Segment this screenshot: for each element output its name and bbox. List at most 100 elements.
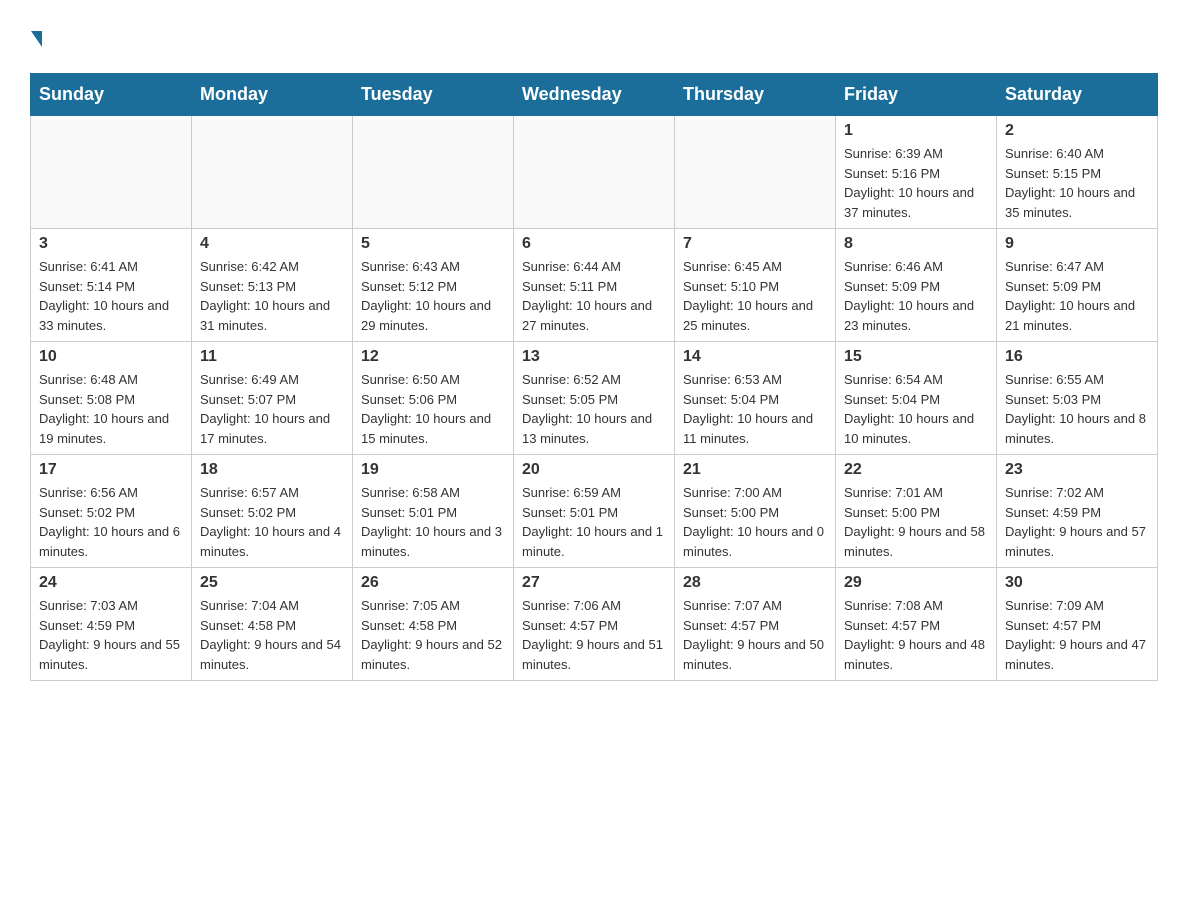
day-info: Sunrise: 6:39 AM Sunset: 5:16 PM Dayligh…	[844, 144, 988, 222]
day-number: 28	[683, 574, 827, 592]
day-number: 17	[39, 461, 183, 479]
day-number: 26	[361, 574, 505, 592]
day-info: Sunrise: 6:57 AM Sunset: 5:02 PM Dayligh…	[200, 483, 344, 561]
day-number: 1	[844, 122, 988, 140]
week-row-2: 3 Sunrise: 6:41 AM Sunset: 5:14 PM Daylig…	[31, 229, 1158, 342]
day-number: 2	[1005, 122, 1149, 140]
day-info: Sunrise: 7:01 AM Sunset: 5:00 PM Dayligh…	[844, 483, 988, 561]
day-cell: 23 Sunrise: 7:02 AM Sunset: 4:59 PM Dayli…	[997, 455, 1158, 568]
day-cell: 22 Sunrise: 7:01 AM Sunset: 5:00 PM Dayli…	[836, 455, 997, 568]
day-number: 12	[361, 348, 505, 366]
day-cell: 5 Sunrise: 6:43 AM Sunset: 5:12 PM Daylig…	[353, 229, 514, 342]
col-header-sunday: Sunday	[31, 74, 192, 116]
day-number: 8	[844, 235, 988, 253]
day-cell: 19 Sunrise: 6:58 AM Sunset: 5:01 PM Dayli…	[353, 455, 514, 568]
col-header-thursday: Thursday	[675, 74, 836, 116]
day-cell: 11 Sunrise: 6:49 AM Sunset: 5:07 PM Dayli…	[192, 342, 353, 455]
day-number: 13	[522, 348, 666, 366]
day-cell: 16 Sunrise: 6:55 AM Sunset: 5:03 PM Dayli…	[997, 342, 1158, 455]
day-info: Sunrise: 6:50 AM Sunset: 5:06 PM Dayligh…	[361, 370, 505, 448]
day-cell: 28 Sunrise: 7:07 AM Sunset: 4:57 PM Dayli…	[675, 568, 836, 681]
day-cell: 27 Sunrise: 7:06 AM Sunset: 4:57 PM Dayli…	[514, 568, 675, 681]
week-row-3: 10 Sunrise: 6:48 AM Sunset: 5:08 PM Dayli…	[31, 342, 1158, 455]
day-number: 23	[1005, 461, 1149, 479]
day-cell: 2 Sunrise: 6:40 AM Sunset: 5:15 PM Daylig…	[997, 116, 1158, 229]
day-info: Sunrise: 6:49 AM Sunset: 5:07 PM Dayligh…	[200, 370, 344, 448]
day-cell	[192, 116, 353, 229]
day-number: 19	[361, 461, 505, 479]
calendar-header-row: SundayMondayTuesdayWednesdayThursdayFrid…	[31, 74, 1158, 116]
day-number: 14	[683, 348, 827, 366]
day-number: 24	[39, 574, 183, 592]
logo	[30, 20, 42, 53]
day-cell: 18Sunrise: 6:57 AM Sunset: 5:02 PM Dayli…	[192, 455, 353, 568]
day-cell: 6Sunrise: 6:44 AM Sunset: 5:11 PM Daylig…	[514, 229, 675, 342]
logo-arrow-icon	[31, 31, 42, 47]
day-number: 6	[522, 235, 666, 253]
day-cell: 1 Sunrise: 6:39 AM Sunset: 5:16 PM Daylig…	[836, 116, 997, 229]
day-info: Sunrise: 7:00 AM Sunset: 5:00 PM Dayligh…	[683, 483, 827, 561]
day-cell: 26 Sunrise: 7:05 AM Sunset: 4:58 PM Dayli…	[353, 568, 514, 681]
day-cell: 13 Sunrise: 6:52 AM Sunset: 5:05 PM Dayli…	[514, 342, 675, 455]
day-info: Sunrise: 6:56 AM Sunset: 5:02 PM Dayligh…	[39, 483, 183, 561]
col-header-tuesday: Tuesday	[353, 74, 514, 116]
day-info: Sunrise: 6:40 AM Sunset: 5:15 PM Dayligh…	[1005, 144, 1149, 222]
day-number: 4	[200, 235, 344, 253]
week-row-4: 17 Sunrise: 6:56 AM Sunset: 5:02 PM Dayli…	[31, 455, 1158, 568]
day-number: 16	[1005, 348, 1149, 366]
day-info: Sunrise: 7:02 AM Sunset: 4:59 PM Dayligh…	[1005, 483, 1149, 561]
day-cell: 8Sunrise: 6:46 AM Sunset: 5:09 PM Daylig…	[836, 229, 997, 342]
day-number: 11	[200, 348, 344, 366]
day-cell: 21 Sunrise: 7:00 AM Sunset: 5:00 PM Dayli…	[675, 455, 836, 568]
week-row-5: 24 Sunrise: 7:03 AM Sunset: 4:59 PM Dayli…	[31, 568, 1158, 681]
day-info: Sunrise: 6:54 AM Sunset: 5:04 PM Dayligh…	[844, 370, 988, 448]
day-number: 27	[522, 574, 666, 592]
day-cell	[675, 116, 836, 229]
day-info: Sunrise: 7:05 AM Sunset: 4:58 PM Dayligh…	[361, 596, 505, 674]
day-cell	[514, 116, 675, 229]
day-info: Sunrise: 6:43 AM Sunset: 5:12 PM Dayligh…	[361, 257, 505, 335]
col-header-wednesday: Wednesday	[514, 74, 675, 116]
day-cell: 29 Sunrise: 7:08 AM Sunset: 4:57 PM Dayli…	[836, 568, 997, 681]
col-header-monday: Monday	[192, 74, 353, 116]
day-number: 30	[1005, 574, 1149, 592]
day-cell: 25 Sunrise: 7:04 AM Sunset: 4:58 PM Dayli…	[192, 568, 353, 681]
day-cell: 3 Sunrise: 6:41 AM Sunset: 5:14 PM Daylig…	[31, 229, 192, 342]
day-cell: 20Sunrise: 6:59 AM Sunset: 5:01 PM Dayli…	[514, 455, 675, 568]
day-cell	[353, 116, 514, 229]
day-info: Sunrise: 7:07 AM Sunset: 4:57 PM Dayligh…	[683, 596, 827, 674]
day-cell: 17 Sunrise: 6:56 AM Sunset: 5:02 PM Dayli…	[31, 455, 192, 568]
day-cell: 10 Sunrise: 6:48 AM Sunset: 5:08 PM Dayli…	[31, 342, 192, 455]
day-cell: 4 Sunrise: 6:42 AM Sunset: 5:13 PM Daylig…	[192, 229, 353, 342]
day-number: 29	[844, 574, 988, 592]
day-info: Sunrise: 6:58 AM Sunset: 5:01 PM Dayligh…	[361, 483, 505, 561]
day-info: Sunrise: 6:52 AM Sunset: 5:05 PM Dayligh…	[522, 370, 666, 448]
day-info: Sunrise: 6:48 AM Sunset: 5:08 PM Dayligh…	[39, 370, 183, 448]
day-number: 10	[39, 348, 183, 366]
day-info: Sunrise: 6:55 AM Sunset: 5:03 PM Dayligh…	[1005, 370, 1149, 448]
day-number: 3	[39, 235, 183, 253]
col-header-saturday: Saturday	[997, 74, 1158, 116]
day-info: Sunrise: 7:06 AM Sunset: 4:57 PM Dayligh…	[522, 596, 666, 674]
day-info: Sunrise: 6:47 AM Sunset: 5:09 PM Dayligh…	[1005, 257, 1149, 335]
day-cell: 30Sunrise: 7:09 AM Sunset: 4:57 PM Dayli…	[997, 568, 1158, 681]
day-info: Sunrise: 6:41 AM Sunset: 5:14 PM Dayligh…	[39, 257, 183, 335]
day-cell: 9Sunrise: 6:47 AM Sunset: 5:09 PM Daylig…	[997, 229, 1158, 342]
day-number: 21	[683, 461, 827, 479]
day-cell: 24 Sunrise: 7:03 AM Sunset: 4:59 PM Dayli…	[31, 568, 192, 681]
day-info: Sunrise: 7:08 AM Sunset: 4:57 PM Dayligh…	[844, 596, 988, 674]
day-cell: 15 Sunrise: 6:54 AM Sunset: 5:04 PM Dayli…	[836, 342, 997, 455]
day-info: Sunrise: 6:59 AM Sunset: 5:01 PM Dayligh…	[522, 483, 666, 561]
day-cell: 7Sunrise: 6:45 AM Sunset: 5:10 PM Daylig…	[675, 229, 836, 342]
day-number: 5	[361, 235, 505, 253]
day-number: 25	[200, 574, 344, 592]
day-number: 15	[844, 348, 988, 366]
col-header-friday: Friday	[836, 74, 997, 116]
day-info: Sunrise: 6:42 AM Sunset: 5:13 PM Dayligh…	[200, 257, 344, 335]
day-cell: 14Sunrise: 6:53 AM Sunset: 5:04 PM Dayli…	[675, 342, 836, 455]
day-info: Sunrise: 7:03 AM Sunset: 4:59 PM Dayligh…	[39, 596, 183, 674]
day-info: Sunrise: 7:04 AM Sunset: 4:58 PM Dayligh…	[200, 596, 344, 674]
calendar-table: SundayMondayTuesdayWednesdayThursdayFrid…	[30, 73, 1158, 681]
day-cell: 12 Sunrise: 6:50 AM Sunset: 5:06 PM Dayli…	[353, 342, 514, 455]
day-number: 22	[844, 461, 988, 479]
